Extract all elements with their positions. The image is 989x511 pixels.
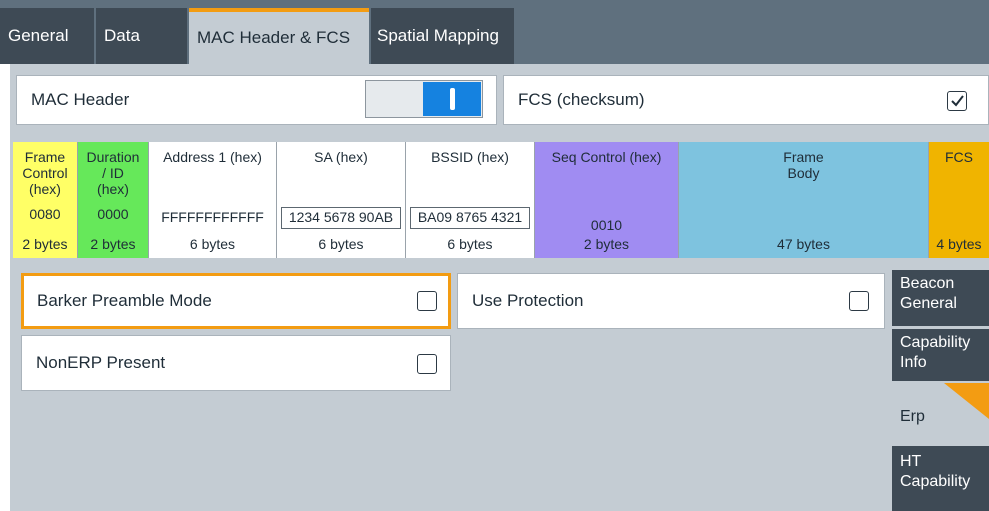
fcs-checksum-setting[interactable]: FCS (checksum) (503, 75, 989, 125)
tab-mac-header-fcs[interactable]: MAC Header & FCS (189, 8, 369, 64)
seq-control-header: Seq Control (hex) (551, 149, 662, 165)
duration-id-header-3: (hex) (97, 181, 129, 197)
active-tab-corner-icon (944, 383, 989, 419)
frame-control-hex: 0080 (29, 206, 61, 222)
side-tab-beacon-general-line1: Beacon (900, 275, 955, 292)
frame-body-field[interactable]: Frame Body 47 bytes (679, 142, 929, 258)
address1-field[interactable]: Address 1 (hex) FFFFFFFFFFFF 6 bytes (149, 142, 277, 258)
frame-body-header-2: Body (787, 165, 820, 181)
side-tab-capability-info-line1: Capability (900, 334, 971, 351)
duration-id-length: 2 bytes (90, 236, 136, 252)
barker-preamble-mode-checkbox[interactable] (417, 291, 437, 311)
nonerp-present-label: NonERP Present (36, 353, 166, 372)
fcs-header: FCS (945, 149, 973, 165)
duration-id-header-1: Duration (86, 149, 140, 165)
fcs-checksum-label: FCS (checksum) (518, 90, 645, 109)
side-tab-beacon-general-line2: General (900, 295, 957, 312)
duration-id-header-2: / ID (102, 165, 124, 181)
side-tab-capability-info-line2: Info (900, 354, 927, 371)
tab-data-label: Data (104, 26, 140, 45)
frame-control-bytes: 2 bytes (22, 236, 68, 252)
barker-preamble-mode-setting[interactable]: Barker Preamble Mode (21, 273, 451, 329)
frame-control-title-3: (hex) (29, 181, 61, 197)
seq-control-length: 2 bytes (583, 236, 630, 252)
fcs-length: 4 bytes (936, 236, 982, 252)
address1-length: 6 bytes (189, 236, 236, 252)
side-tab-ht-capability-line1: HT (900, 453, 922, 470)
side-tab-ht-capability[interactable]: HT Capability (892, 446, 989, 511)
address1-header: Address 1 (hex) (163, 149, 262, 165)
fcs-field[interactable]: FCS 4 bytes (929, 142, 989, 258)
bssid-input[interactable]: BA09 8765 4321 (410, 207, 530, 229)
seq-control-value: 0010 (590, 217, 623, 233)
bssid-length: 6 bytes (447, 236, 493, 252)
duration-id-field[interactable]: Duration / ID (hex) 0000 2 bytes (78, 142, 149, 258)
tab-general-label: General (8, 26, 69, 45)
duration-id-value: 0000 (97, 206, 129, 222)
side-tab-capability-info[interactable]: Capability Info (892, 329, 989, 381)
checkmark-icon (951, 95, 964, 107)
panel-left-border (0, 64, 10, 511)
tab-spatial-mapping[interactable]: Spatial Mapping (371, 8, 514, 64)
toggle-handle-icon (450, 88, 455, 110)
frame-control-title-1: Frame (24, 149, 66, 165)
bssid-field: BSSID (hex) BA09 8765 4321 6 bytes (406, 142, 535, 258)
bssid-header: BSSID (hex) (431, 149, 509, 165)
seq-control-field[interactable]: Seq Control (hex) 0010 2 bytes (535, 142, 679, 258)
nonerp-present-setting[interactable]: NonERP Present (21, 335, 451, 391)
sa-input[interactable]: 1234 5678 90AB (281, 207, 401, 229)
address1-value: FFFFFFFFFFFF (161, 209, 264, 225)
fcs-checksum-checkbox[interactable] (947, 91, 967, 111)
sa-field: SA (hex) 1234 5678 90AB 6 bytes (277, 142, 406, 258)
frame-body-header-1: Frame (783, 149, 824, 165)
frame-body-length: 47 bytes (777, 236, 830, 252)
sa-header: SA (hex) (314, 149, 368, 165)
frame-control-cell[interactable]: Frame Control (hex) 0080 2 bytes (13, 142, 78, 258)
nonerp-present-checkbox[interactable] (417, 354, 437, 374)
mac-header-label: MAC Header (31, 90, 130, 109)
tab-mac-header-fcs-label: MAC Header & FCS (197, 28, 351, 47)
barker-preamble-mode-label: Barker Preamble Mode (37, 291, 212, 310)
side-tab-beacon-general[interactable]: Beacon General (892, 270, 989, 326)
tab-spatial-mapping-label: Spatial Mapping (377, 26, 499, 45)
frame-control-title-2: Control (22, 165, 68, 181)
side-tab-ht-capability-line2: Capability (900, 473, 971, 490)
tab-general[interactable]: General (0, 8, 94, 64)
tab-data[interactable]: Data (96, 8, 187, 64)
use-protection-setting[interactable]: Use Protection (457, 273, 885, 329)
use-protection-label: Use Protection (472, 291, 584, 310)
use-protection-checkbox[interactable] (849, 291, 869, 311)
sa-length: 6 bytes (318, 236, 364, 252)
